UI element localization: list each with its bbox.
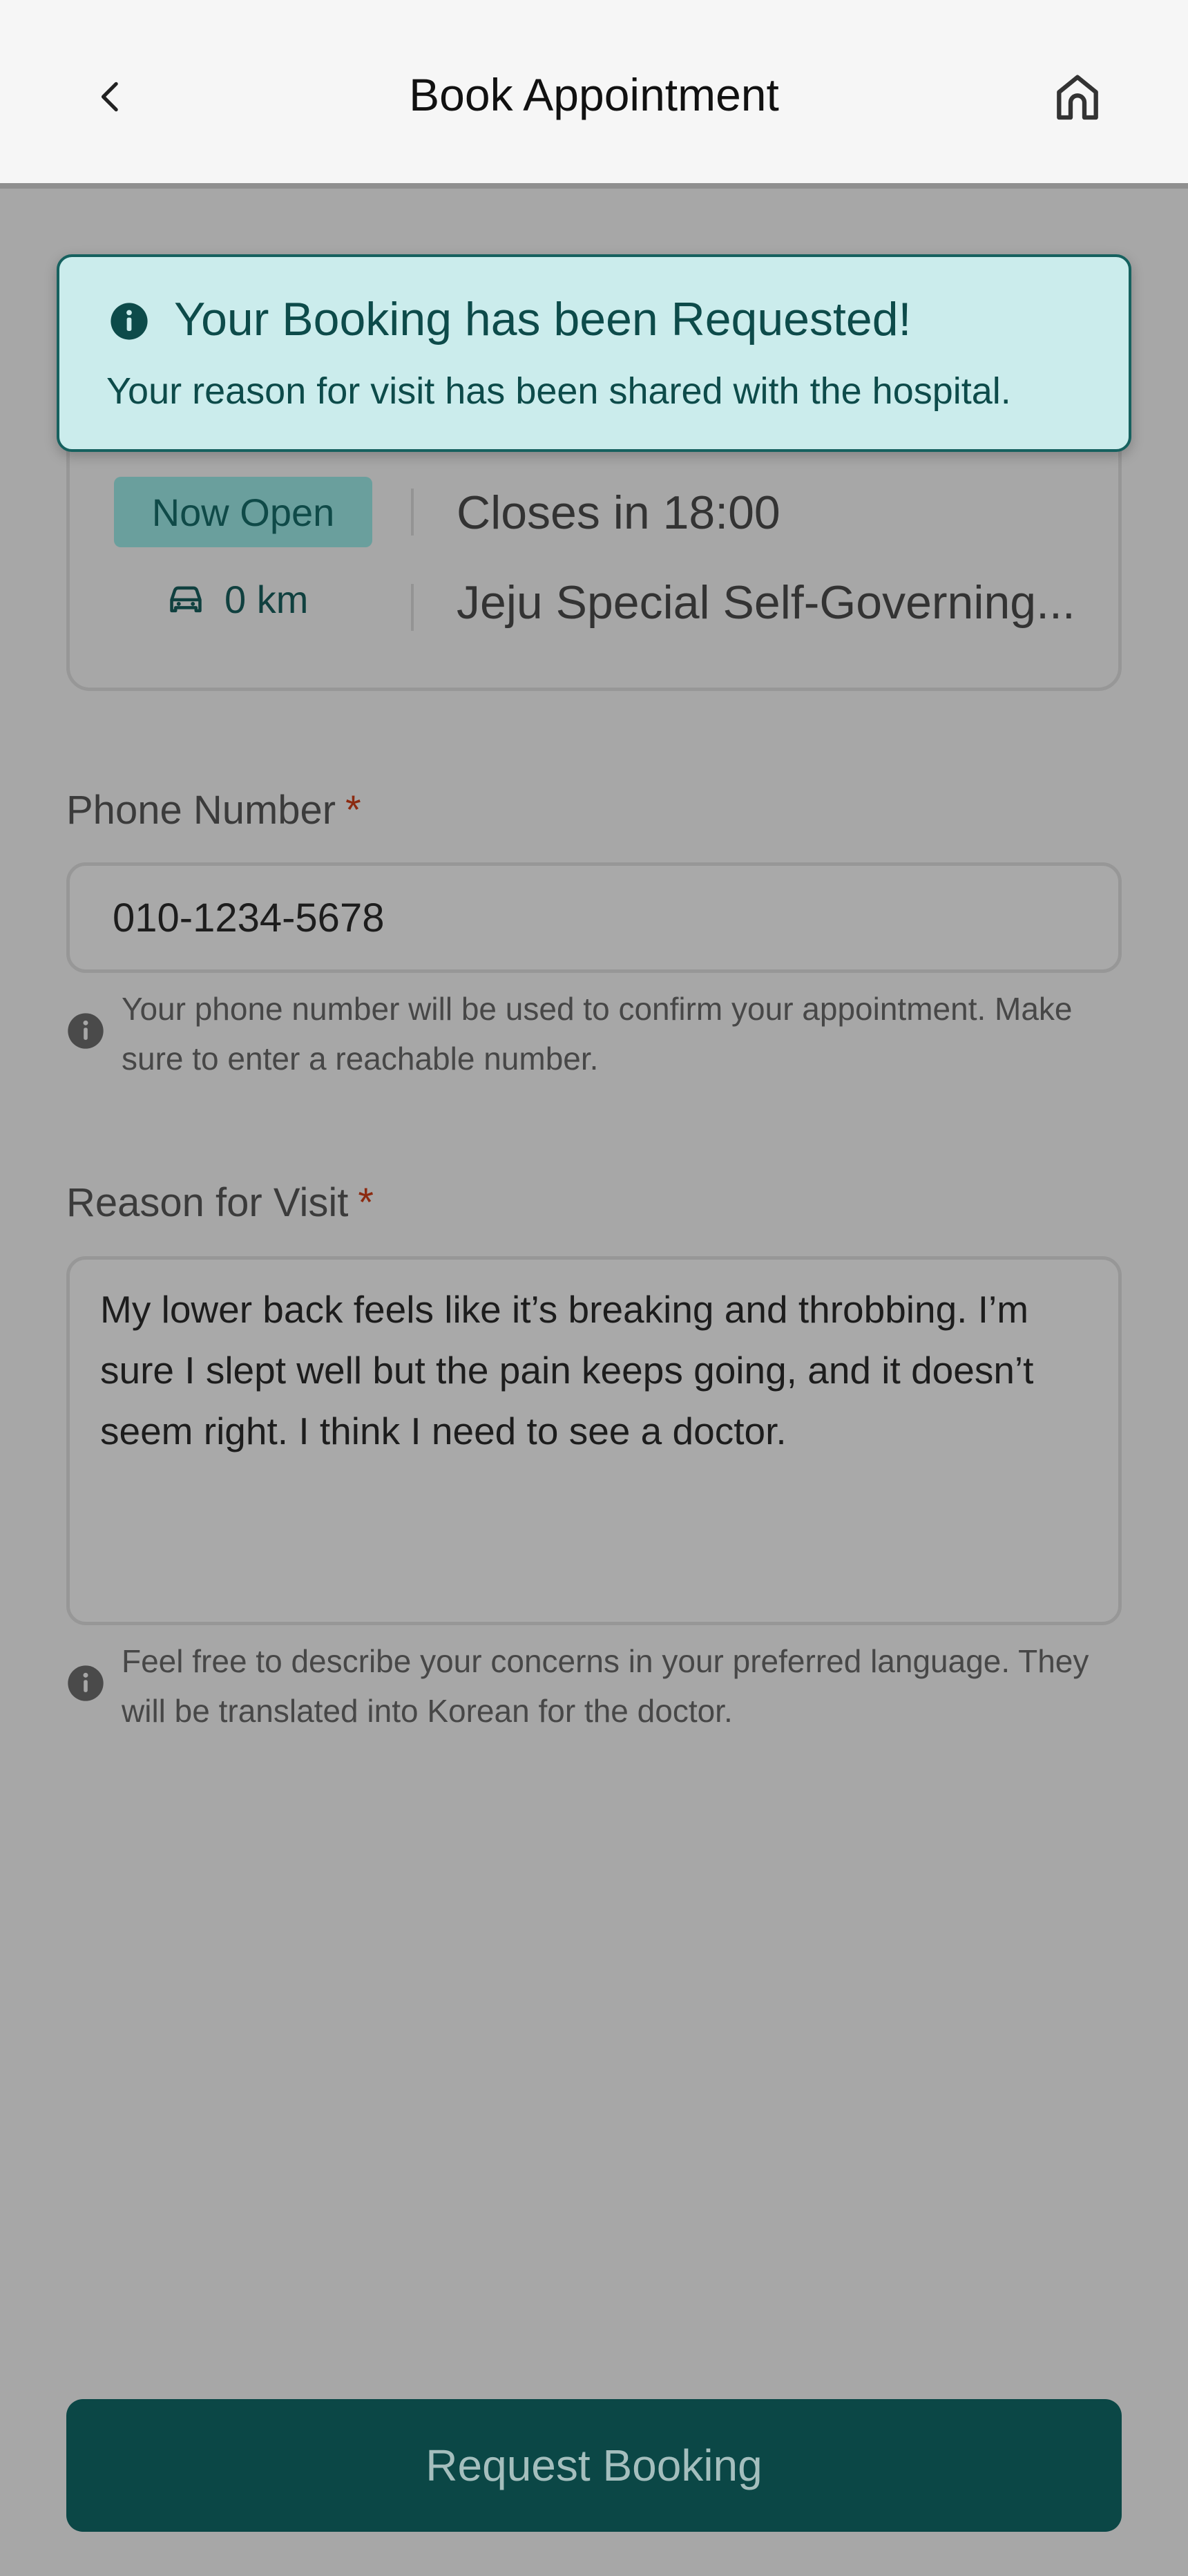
app-header: Book Appointment xyxy=(0,0,1188,189)
open-status-badge: Now Open xyxy=(114,477,372,547)
phone-number-label-text: Phone Number xyxy=(66,788,336,833)
divider xyxy=(411,584,414,631)
phone-number-value: 010-1234-5678 xyxy=(113,895,385,940)
reason-for-visit-value: My lower back feels like it’s breaking a… xyxy=(100,1288,1034,1452)
page-title: Book Appointment xyxy=(409,69,779,120)
home-icon xyxy=(1057,75,1098,120)
toast-title: Your Booking has been Requested! xyxy=(174,293,912,345)
info-icon xyxy=(68,1665,104,1701)
phone-hint-text: Your phone number will be used to confir… xyxy=(122,991,1073,1077)
required-asterisk: * xyxy=(358,1180,374,1225)
booking-requested-toast: Your Booking has been Requested! Your re… xyxy=(57,254,1131,452)
request-booking-label: Request Booking xyxy=(425,2441,763,2490)
reason-hint-text: Feel free to describe your concerns in y… xyxy=(122,1643,1089,1729)
reason-for-visit-textarea[interactable]: My lower back feels like it’s breaking a… xyxy=(66,1256,1122,1625)
home-button[interactable] xyxy=(1043,62,1112,131)
divider xyxy=(411,489,414,536)
reason-for-visit-label-text: Reason for Visit xyxy=(66,1180,349,1225)
phone-number-label: Phone Number * xyxy=(66,786,361,835)
request-booking-button[interactable]: Request Booking xyxy=(66,2399,1122,2532)
required-asterisk: * xyxy=(345,788,361,833)
reason-for-visit-label: Reason for Visit * xyxy=(66,1179,374,1227)
phone-number-input[interactable]: 010-1234-5678 xyxy=(66,862,1122,973)
phone-hint: Your phone number will be used to confir… xyxy=(66,984,1130,1088)
info-icon xyxy=(68,1013,104,1049)
hospital-address-text: Jeju Special Self-Governing... xyxy=(457,577,1075,629)
closing-time-text: Closes in 18:00 xyxy=(457,486,780,539)
distance-text: 0 km xyxy=(224,578,309,621)
info-icon xyxy=(111,303,148,340)
car-icon xyxy=(170,586,202,612)
book-appointment-screen: Book Appointment Now Open Closes in 18:0… xyxy=(0,0,1188,2576)
reason-hint: Feel free to describe your concerns in y… xyxy=(66,1636,1130,1740)
toast-message: Your reason for visit has been shared wi… xyxy=(106,370,1011,412)
distance-info: 0 km xyxy=(166,577,308,622)
